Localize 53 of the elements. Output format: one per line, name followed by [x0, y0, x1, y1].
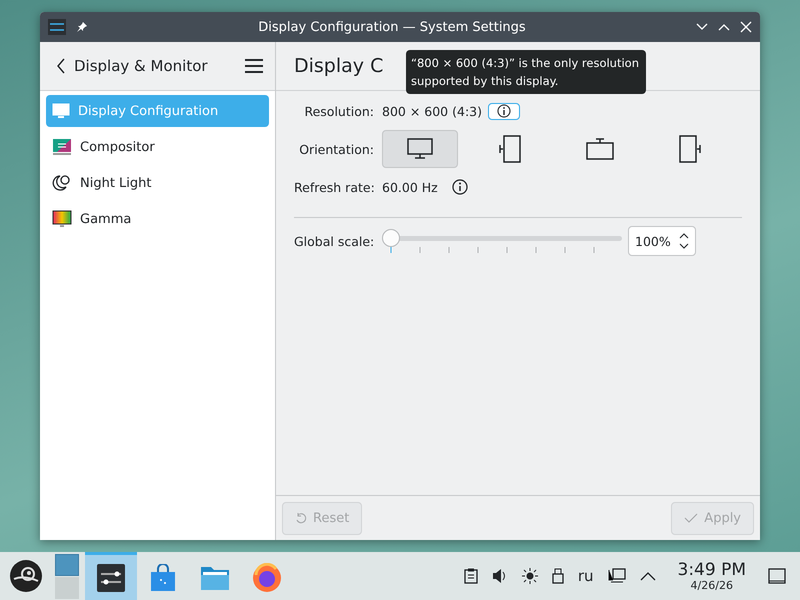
brightness-icon[interactable] [522, 568, 538, 584]
close-icon[interactable] [740, 21, 752, 33]
refresh-rate-value: 60.00 Hz [382, 180, 438, 194]
slider-handle[interactable] [382, 229, 400, 247]
scale-slider[interactable] [382, 229, 622, 253]
page-title: Display C [294, 55, 384, 77]
sidebar-item[interactable]: Night Light [46, 167, 269, 199]
browser-icon [252, 562, 282, 592]
folder-icon [200, 564, 230, 590]
orientation-label: Orientation: [298, 142, 374, 156]
resolution-value: 800 × 600 (4:3) [382, 104, 482, 118]
check-icon [684, 512, 698, 524]
clipboard-icon[interactable] [464, 568, 478, 584]
portrait-monitor-icon [679, 135, 701, 163]
minimize-icon[interactable] [696, 23, 708, 31]
orientation-button[interactable] [382, 130, 458, 168]
section-title: Display & Monitor [74, 57, 209, 75]
speaker-icon[interactable] [492, 568, 508, 584]
sidebar-item[interactable]: Compositor [46, 131, 269, 163]
sidebar-item[interactable]: Gamma [46, 203, 269, 235]
shopping-bag-icon [150, 564, 176, 592]
clock[interactable]: 3:49 PM 4/26/26 [670, 560, 754, 592]
resolution-label: Resolution: [303, 104, 374, 118]
taskbar-app[interactable] [85, 552, 137, 600]
launcher-icon[interactable] [9, 559, 43, 593]
menu-icon[interactable] [245, 59, 263, 73]
show-desktop-icon[interactable] [768, 568, 786, 584]
tooltip: “800 × 600 (4:3)” is the only resolution supported by this display. [406, 50, 646, 94]
monitor-icon [52, 103, 70, 119]
moon-bulb-icon [52, 174, 72, 192]
up-down-arrows-icon [679, 232, 689, 250]
info-icon [496, 104, 511, 118]
monitor-icon [407, 138, 433, 160]
window-title: Display Configuration — System Settings [257, 20, 527, 34]
pin-icon[interactable] [76, 21, 88, 33]
desktop-pager[interactable] [55, 554, 79, 598]
global-scale-label: Global scale: [294, 234, 374, 248]
inverted-monitor-icon [586, 138, 614, 160]
monitor-icon [52, 138, 72, 156]
network-icon[interactable] [608, 568, 626, 584]
chevron-up-icon[interactable] [640, 571, 656, 581]
sliders-icon [97, 564, 125, 592]
color-monitor-icon [52, 210, 72, 228]
refresh-rate-label: Refresh rate: [294, 180, 374, 194]
info-icon[interactable] [452, 179, 468, 195]
portrait-monitor-icon [499, 135, 521, 163]
scale-spinbox[interactable]: 100% [628, 226, 696, 256]
keyboard-layout[interactable]: ru [578, 567, 594, 585]
info-button[interactable] [488, 102, 520, 120]
back-icon[interactable] [56, 58, 66, 74]
maximize-icon[interactable] [718, 23, 730, 31]
undo-icon [295, 512, 307, 524]
sliders-icon [48, 19, 66, 35]
